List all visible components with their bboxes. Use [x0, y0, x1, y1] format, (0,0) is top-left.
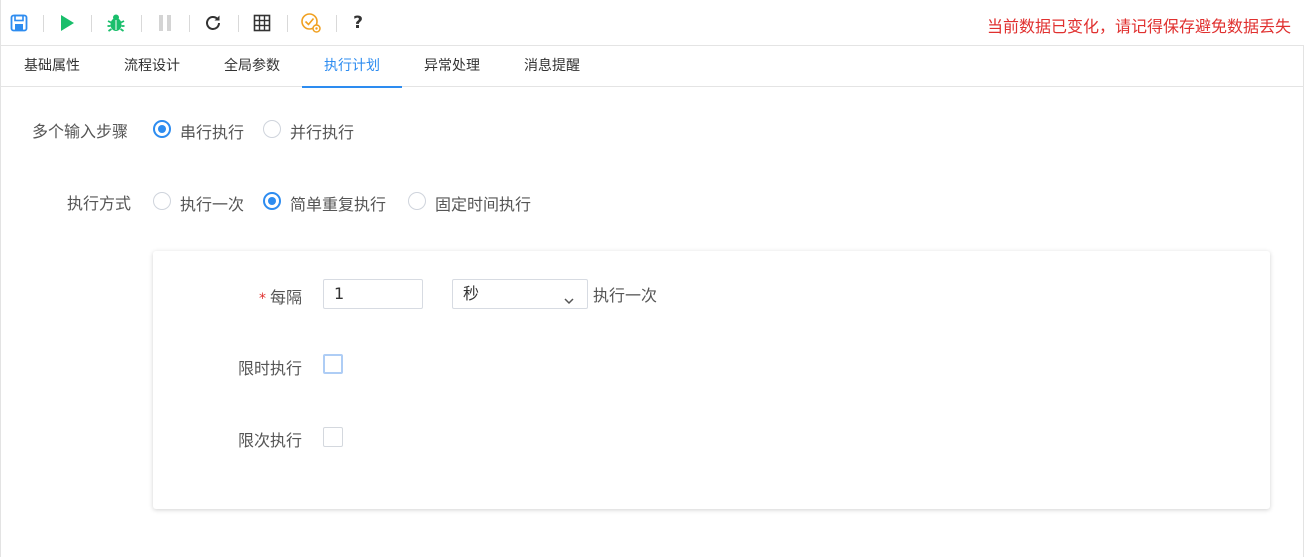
interval-unit-select[interactable]: 秒 — [452, 279, 588, 309]
toolbar: ? 当前数据已变化，请记得保存避免数据丢失 — [1, 0, 1304, 46]
radio-fixed-time-label[interactable]: 固定时间执行 — [435, 191, 531, 215]
tab-flow-design[interactable]: 流程设计 — [102, 46, 202, 87]
pause-icon[interactable] — [154, 12, 176, 34]
radio-fixed-time[interactable] — [408, 192, 426, 210]
time-limit-checkbox[interactable] — [323, 354, 343, 374]
toolbar-separator — [238, 15, 239, 32]
exec-mode-label: 执行方式 — [67, 194, 132, 213]
app-frame: ? 当前数据已变化，请记得保存避免数据丢失 基础属性 流程设计 全局参数 执行计… — [0, 0, 1304, 557]
radio-serial-label[interactable]: 串行执行 — [180, 119, 244, 143]
grid-icon[interactable] — [251, 12, 273, 34]
tab-basic-properties[interactable]: 基础属性 — [2, 46, 102, 87]
unsaved-warning: 当前数据已变化，请记得保存避免数据丢失 — [986, 17, 1291, 36]
run-icon[interactable] — [56, 12, 78, 34]
count-limit-label: 限次执行 — [238, 431, 303, 450]
interval-unit-value: 秒 — [463, 284, 480, 303]
schedule-check-icon[interactable] — [300, 12, 322, 34]
toolbar-separator — [43, 15, 44, 32]
radio-once-label[interactable]: 执行一次 — [180, 191, 244, 215]
radio-simple-repeat-label[interactable]: 简单重复执行 — [290, 191, 386, 215]
repeat-settings-card: * 每隔 1 秒 执行一次 限时执行 限次执行 — [153, 251, 1270, 509]
help-icon[interactable]: ? — [347, 12, 369, 34]
refresh-icon[interactable] — [202, 12, 224, 34]
time-limit-label: 限时执行 — [238, 359, 303, 378]
interval-suffix: 执行一次 — [593, 286, 658, 305]
tab-execution-plan[interactable]: 执行计划 — [302, 46, 402, 88]
toolbar-separator — [336, 15, 337, 32]
tab-global-params[interactable]: 全局参数 — [202, 46, 302, 87]
toolbar-separator — [141, 15, 142, 32]
interval-label-text: 每隔 — [270, 288, 303, 307]
save-icon[interactable] — [8, 12, 30, 34]
tab-message-reminder[interactable]: 消息提醒 — [502, 46, 602, 87]
tab-bar: 基础属性 流程设计 全局参数 执行计划 异常处理 消息提醒 — [1, 46, 1304, 88]
radio-serial[interactable] — [153, 120, 171, 138]
toolbar-separator — [189, 15, 190, 32]
radio-once[interactable] — [153, 192, 171, 210]
toolbar-separator — [287, 15, 288, 32]
radio-parallel-label[interactable]: 并行执行 — [290, 119, 354, 143]
debug-icon[interactable] — [105, 12, 127, 34]
tab-exception-handling[interactable]: 异常处理 — [402, 46, 502, 87]
count-limit-checkbox[interactable] — [323, 427, 343, 447]
toolbar-separator — [91, 15, 92, 32]
radio-simple-repeat[interactable] — [263, 192, 281, 210]
interval-input[interactable]: 1 — [323, 279, 423, 309]
radio-parallel[interactable] — [263, 120, 281, 138]
interval-label: * 每隔 — [259, 284, 302, 308]
multi-input-label: 多个输入步骤 — [32, 122, 129, 141]
required-mark: * — [259, 291, 266, 307]
chevron-down-icon — [563, 288, 575, 316]
